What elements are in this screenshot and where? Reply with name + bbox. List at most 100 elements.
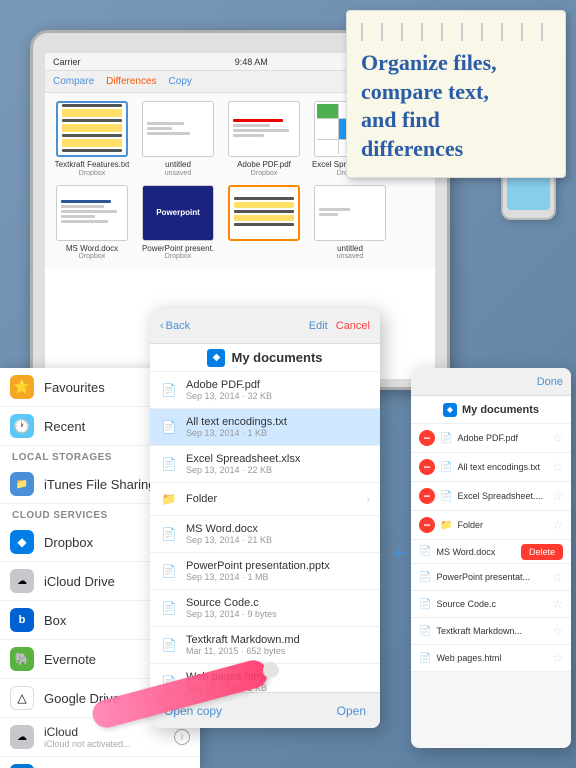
delete-button[interactable]: Delete [521, 544, 563, 560]
file-item[interactable]: MS Word.docx Dropbox [53, 185, 131, 261]
fb-list-item[interactable]: 📄 Excel Spreadsheet.xlsx Sep 13, 2014 · … [150, 446, 380, 483]
folder-icon: 📁 [160, 490, 178, 508]
file-icon: 📄 [419, 653, 431, 664]
notepad-card: Organize files, compare text, and find d… [346, 10, 566, 178]
file-name: Textkraft Features.txt [53, 160, 131, 170]
gdrive-icon: △ [10, 686, 34, 710]
fb2-item-name: All text encodings.txt [457, 462, 552, 472]
fb-item-name: All text encodings.txt [186, 416, 370, 428]
file-icon: 📄 [160, 381, 178, 399]
fb2-list-item[interactable]: 📄 Web pages.html ☆ [411, 645, 571, 672]
fb2-list-item[interactable]: − 📁 Folder ☆ [411, 511, 571, 540]
fb-item-name: PowerPoint presentation.pptx [186, 560, 370, 572]
fb2-file-list: − 📄 Adobe PDF.pdf ☆ − 📄 All text encodin… [411, 424, 571, 748]
cancel-button[interactable]: Cancel [336, 320, 370, 332]
fb-list-item-selected[interactable]: 📄 All text encodings.txt Sep 13, 2014 · … [150, 409, 380, 446]
file-icon: 📄 [160, 562, 178, 580]
fb-list-item[interactable]: 📄 MS Word.docx Sep 13, 2014 · 21 KB [150, 516, 380, 553]
fb-item-meta: Sep 13, 2014 · 1 KB [186, 428, 370, 438]
file-thumb [314, 185, 386, 241]
folder-icon: 📁 [440, 520, 452, 531]
fb-item-info: PowerPoint presentation.pptx Sep 13, 201… [186, 560, 370, 582]
add-button[interactable]: + [392, 540, 406, 568]
fb-list-item[interactable]: 📄 Source Code.c Sep 13, 2014 · 9 bytes [150, 590, 380, 627]
file-icon: 📄 [160, 599, 178, 617]
star-icon[interactable]: ☆ [552, 489, 563, 503]
file-icon: 📄 [160, 636, 178, 654]
tab-compare[interactable]: Compare [53, 76, 94, 87]
star-icon[interactable]: ☆ [552, 624, 563, 638]
open-button[interactable]: Open [337, 704, 366, 718]
file-source: unsaved [311, 253, 389, 260]
notepad-text: Organize files, compare text, and find d… [361, 49, 551, 163]
fb-item-info: Source Code.c Sep 13, 2014 · 9 bytes [186, 597, 370, 619]
tab-copy[interactable]: Copy [169, 76, 192, 87]
delete-minus-icon[interactable]: − [419, 517, 435, 533]
file-icon: 📄 [440, 433, 452, 444]
file-name: MS Word.docx [53, 244, 131, 254]
info-icon[interactable]: i [174, 729, 190, 745]
file-source: Dropbox [53, 253, 131, 260]
delete-minus-icon[interactable]: − [419, 430, 435, 446]
file-icon: 📄 [160, 418, 178, 436]
fb2-item-name: PowerPoint presentat... [436, 572, 552, 582]
fb-item-name: Source Code.c [186, 597, 370, 609]
fb2-list-item[interactable]: 📄 Textkraft Markdown... ☆ [411, 618, 571, 645]
file-item[interactable]: untitled unsaved [139, 101, 217, 177]
star-icon[interactable]: ☆ [552, 597, 563, 611]
fb-file-list: 📄 Adobe PDF.pdf Sep 13, 2014 · 32 KB 📄 A… [150, 372, 380, 700]
fb2-list-item[interactable]: − 📄 All text encodings.txt ☆ [411, 453, 571, 482]
fb-item-info: Excel Spreadsheet.xlsx Sep 13, 2014 · 22… [186, 453, 370, 475]
fb-item-name: Folder [186, 493, 367, 505]
file-icon: 📄 [160, 455, 178, 473]
fb-item-name: Adobe PDF.pdf [186, 379, 370, 391]
fb2-list-item[interactable]: 📄 PowerPoint presentat... ☆ [411, 564, 571, 591]
file-source: Dropbox [225, 170, 303, 177]
file-icon: 📄 [440, 462, 452, 473]
chevron-right-icon: › [367, 494, 370, 505]
edit-button[interactable]: Edit [309, 320, 328, 332]
fb-dropbox-header: ◆ My documents [150, 344, 380, 372]
fb2-done-button[interactable]: Done [537, 376, 563, 388]
file-source: Dropbox [53, 170, 131, 177]
star-icon[interactable]: ☆ [552, 518, 563, 532]
star-icon[interactable]: ☆ [552, 431, 563, 445]
fb-item-info: Textkraft Markdown.md Mar 11, 2015 · 652… [186, 634, 370, 656]
fb2-list-item[interactable]: 📄 Source Code.c ☆ [411, 591, 571, 618]
fb2-list-item[interactable]: − 📄 Adobe PDF.pdf ☆ [411, 424, 571, 453]
delete-minus-icon[interactable]: − [419, 488, 435, 504]
box-icon: b [10, 608, 34, 632]
chevron-left-icon: ‹ [160, 320, 164, 332]
file-thumb [142, 101, 214, 157]
file-item[interactable] [225, 185, 303, 261]
file-item[interactable]: Adobe PDF.pdf Dropbox [225, 101, 303, 177]
fb2-list-item[interactable]: − 📄 Excel Spreadsheet.... ☆ [411, 482, 571, 511]
recent-icon: 🕐 [10, 414, 34, 438]
icloud-icon: ☁ [10, 725, 34, 749]
fb-list-item[interactable]: 📄 Textkraft Markdown.md Mar 11, 2015 · 6… [150, 627, 380, 664]
star-icon[interactable]: ☆ [552, 460, 563, 474]
fb-item-meta: Sep 13, 2014 · 21 KB [186, 535, 370, 545]
fb-item-meta: Sep 13, 2014 · 32 KB [186, 391, 370, 401]
sidebar-icloud-sublabel: iCloud not activated... [44, 739, 164, 749]
file-item[interactable]: Powerpoint PowerPoint present. Dropbox [139, 185, 217, 261]
sidebar-item-onedrive[interactable]: ☁ OneDrive i [0, 757, 200, 768]
fb2-item-name: Textkraft Markdown... [436, 626, 552, 636]
tab-differences[interactable]: Differences [106, 76, 156, 87]
fb-item-meta: Sep 13, 2014 · 9 bytes [186, 609, 370, 619]
fb-list-item[interactable]: 📄 Adobe PDF.pdf Sep 13, 2014 · 32 KB [150, 372, 380, 409]
fb2-list-item[interactable]: 📄 MS Word.docx Delete [411, 540, 571, 564]
back-button[interactable]: ‹ Back [160, 320, 190, 332]
file-name: Adobe PDF.pdf [225, 160, 303, 170]
fb-item-meta: Mar 11, 2015 · 652 bytes [186, 646, 370, 656]
star-icon[interactable]: ☆ [552, 570, 563, 584]
star-icon[interactable]: ☆ [552, 651, 563, 665]
sidebar-box-label: Box [44, 613, 164, 628]
fb-list-item[interactable]: 📄 PowerPoint presentation.pptx Sep 13, 2… [150, 553, 380, 590]
delete-minus-icon[interactable]: − [419, 459, 435, 475]
fb2-item-name: Excel Spreadsheet.... [457, 491, 552, 501]
fb-list-item-folder[interactable]: 📁 Folder › [150, 483, 380, 516]
file-item[interactable]: untitled unsaved [311, 185, 389, 261]
itunes-icon: 📁 [10, 472, 34, 496]
file-item[interactable]: Textkraft Features.txt Dropbox [53, 101, 131, 177]
